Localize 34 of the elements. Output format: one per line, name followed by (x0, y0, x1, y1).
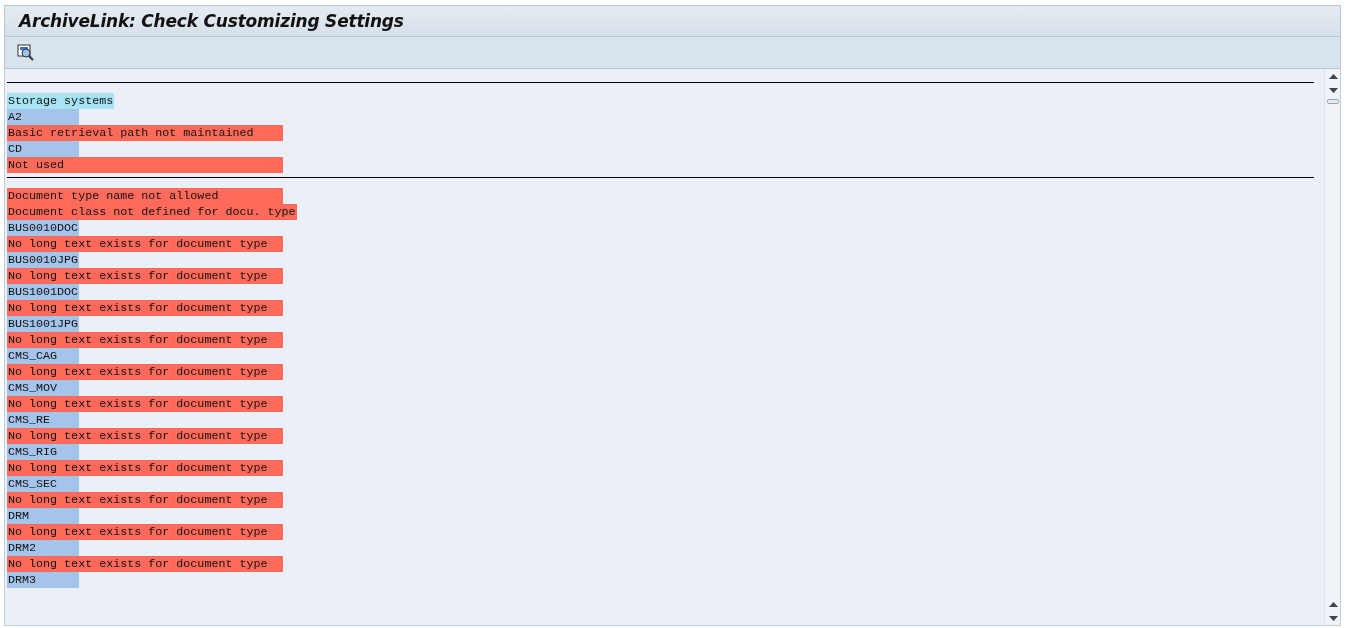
error-message: No long text exists for document type (7, 492, 283, 508)
list-entry: DRM3 (7, 572, 80, 588)
error-message: No long text exists for document type (7, 524, 283, 540)
list-entry: DRM (7, 508, 80, 524)
error-message: No long text exists for document type (7, 300, 283, 316)
magnifier-icon (16, 44, 34, 61)
list-entry: BUS1001DOC (7, 284, 80, 300)
error-message: No long text exists for document type (7, 268, 283, 284)
error-message: Document class not defined for docu. type (7, 204, 297, 220)
error-message: No long text exists for document type (7, 556, 283, 572)
scrollbar[interactable] (1324, 69, 1340, 625)
list-entry: BUS0010JPG (7, 252, 80, 268)
error-message: Document type name not allowed (7, 188, 283, 204)
list-entry: CMS_MOV (7, 380, 80, 396)
list-entry: CMS_SEC (7, 476, 80, 492)
error-message: Not used (7, 157, 283, 173)
window-title: ArchiveLink: Check Customizing Settings (19, 11, 404, 31)
list-heading: Storage systems (7, 93, 115, 109)
list-entry: CMS_RE (7, 412, 80, 428)
list-entry: CMS_CAG (7, 348, 80, 364)
list-entry: BUS1001JPG (7, 316, 80, 332)
error-message: No long text exists for document type (7, 460, 283, 476)
scroll-thumb[interactable] (1326, 99, 1339, 104)
error-message: No long text exists for document type (7, 364, 283, 380)
error-message: No long text exists for document type (7, 396, 283, 412)
list-entry: BUS0010DOC (7, 220, 80, 236)
list-entry: DRM2 (7, 540, 80, 556)
error-message: No long text exists for document type (7, 332, 283, 348)
error-message: No long text exists for document type (7, 428, 283, 444)
error-message: Basic retrieval path not maintained (7, 125, 283, 141)
error-message: No long text exists for document type (7, 236, 283, 252)
list-entry: CMS_RIG (7, 444, 80, 460)
list-entry: CD (7, 141, 80, 157)
list-entry: A2 (7, 109, 80, 125)
